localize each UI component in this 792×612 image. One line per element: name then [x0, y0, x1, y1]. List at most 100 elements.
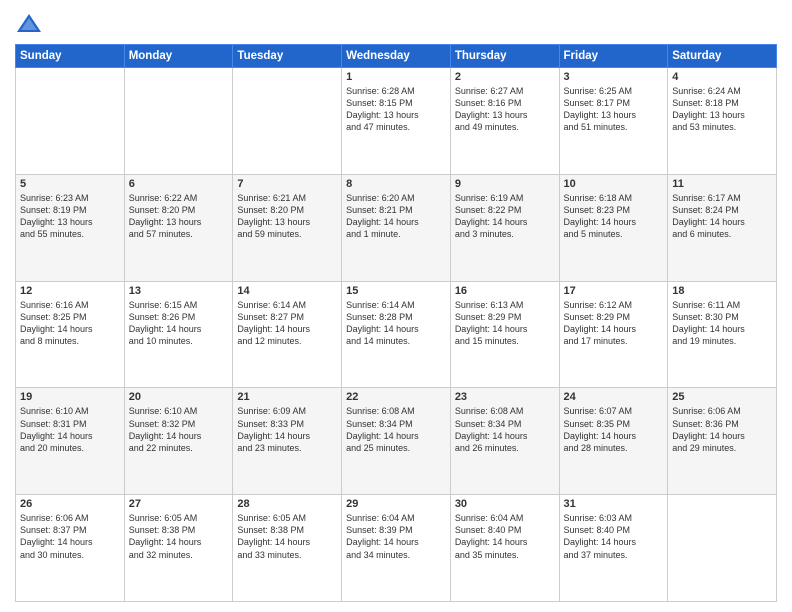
day-info: Sunrise: 6:14 AM Sunset: 8:28 PM Dayligh… [346, 299, 446, 348]
day-info: Sunrise: 6:08 AM Sunset: 8:34 PM Dayligh… [346, 405, 446, 454]
calendar-cell: 27 Sunrise: 6:05 AM Sunset: 8:38 PM Dayli… [124, 495, 233, 602]
day-info: Sunrise: 6:23 AM Sunset: 8:19 PM Dayligh… [20, 192, 120, 241]
calendar-cell: 15 Sunrise: 6:14 AM Sunset: 8:28 PM Dayli… [342, 281, 451, 388]
day-number: 1 [346, 71, 446, 83]
day-info: Sunrise: 6:21 AM Sunset: 8:20 PM Dayligh… [237, 192, 337, 241]
day-info: Sunrise: 6:22 AM Sunset: 8:20 PM Dayligh… [129, 192, 229, 241]
day-number: 25 [672, 391, 772, 403]
calendar-cell: 6Sunrise: 6:22 AM Sunset: 8:20 PM Daylig… [124, 174, 233, 281]
page: SundayMondayTuesdayWednesdayThursdayFrid… [0, 0, 792, 612]
calendar-cell: 28 Sunrise: 6:05 AM Sunset: 8:38 PM Dayli… [233, 495, 342, 602]
day-info: Sunrise: 6:10 AM Sunset: 8:31 PM Dayligh… [20, 405, 120, 454]
day-number: 31 [564, 498, 664, 510]
weekday-header-thursday: Thursday [450, 45, 559, 68]
calendar-week-row: 19 Sunrise: 6:10 AM Sunset: 8:31 PM Dayli… [16, 388, 777, 495]
day-number: 16 [455, 285, 555, 297]
calendar-table: SundayMondayTuesdayWednesdayThursdayFrid… [15, 44, 777, 602]
day-number: 3 [564, 71, 664, 83]
day-number: 28 [237, 498, 337, 510]
calendar-cell: 10 Sunrise: 6:18 AM Sunset: 8:23 PM Dayli… [559, 174, 668, 281]
weekday-header-sunday: Sunday [16, 45, 125, 68]
day-number: 15 [346, 285, 446, 297]
weekday-header-wednesday: Wednesday [342, 45, 451, 68]
calendar-cell: 30Sunrise: 6:04 AM Sunset: 8:40 PM Dayli… [450, 495, 559, 602]
day-info: Sunrise: 6:03 AM Sunset: 8:40 PM Dayligh… [564, 512, 664, 561]
day-info: Sunrise: 6:25 AM Sunset: 8:17 PM Dayligh… [564, 85, 664, 134]
day-info: Sunrise: 6:05 AM Sunset: 8:38 PM Dayligh… [237, 512, 337, 561]
day-info: Sunrise: 6:06 AM Sunset: 8:37 PM Dayligh… [20, 512, 120, 561]
calendar-week-row: 1 Sunrise: 6:28 AM Sunset: 8:15 PM Daylig… [16, 68, 777, 175]
weekday-header-row: SundayMondayTuesdayWednesdayThursdayFrid… [16, 45, 777, 68]
calendar-cell: 14Sunrise: 6:14 AM Sunset: 8:27 PM Dayli… [233, 281, 342, 388]
day-number: 17 [564, 285, 664, 297]
day-info: Sunrise: 6:13 AM Sunset: 8:29 PM Dayligh… [455, 299, 555, 348]
day-number: 2 [455, 71, 555, 83]
calendar-cell: 17 Sunrise: 6:12 AM Sunset: 8:29 PM Dayli… [559, 281, 668, 388]
day-info: Sunrise: 6:15 AM Sunset: 8:26 PM Dayligh… [129, 299, 229, 348]
calendar-cell [233, 68, 342, 175]
calendar-cell: 3 Sunrise: 6:25 AM Sunset: 8:17 PM Daylig… [559, 68, 668, 175]
logo-icon [15, 10, 43, 38]
day-number: 26 [20, 498, 120, 510]
day-number: 11 [672, 178, 772, 190]
calendar-cell: 13 Sunrise: 6:15 AM Sunset: 8:26 PM Dayli… [124, 281, 233, 388]
day-number: 18 [672, 285, 772, 297]
calendar-cell: 5Sunrise: 6:23 AM Sunset: 8:19 PM Daylig… [16, 174, 125, 281]
day-number: 8 [346, 178, 446, 190]
calendar-cell: 22 Sunrise: 6:08 AM Sunset: 8:34 PM Dayli… [342, 388, 451, 495]
day-info: Sunrise: 6:24 AM Sunset: 8:18 PM Dayligh… [672, 85, 772, 134]
day-info: Sunrise: 6:17 AM Sunset: 8:24 PM Dayligh… [672, 192, 772, 241]
calendar-cell: 18 Sunrise: 6:11 AM Sunset: 8:30 PM Dayli… [668, 281, 777, 388]
day-number: 21 [237, 391, 337, 403]
day-number: 19 [20, 391, 120, 403]
calendar-cell: 16 Sunrise: 6:13 AM Sunset: 8:29 PM Dayli… [450, 281, 559, 388]
weekday-header-tuesday: Tuesday [233, 45, 342, 68]
day-info: Sunrise: 6:10 AM Sunset: 8:32 PM Dayligh… [129, 405, 229, 454]
day-info: Sunrise: 6:16 AM Sunset: 8:25 PM Dayligh… [20, 299, 120, 348]
day-number: 4 [672, 71, 772, 83]
day-number: 14 [237, 285, 337, 297]
day-info: Sunrise: 6:09 AM Sunset: 8:33 PM Dayligh… [237, 405, 337, 454]
weekday-header-saturday: Saturday [668, 45, 777, 68]
calendar-cell [124, 68, 233, 175]
day-number: 23 [455, 391, 555, 403]
day-info: Sunrise: 6:18 AM Sunset: 8:23 PM Dayligh… [564, 192, 664, 241]
day-info: Sunrise: 6:19 AM Sunset: 8:22 PM Dayligh… [455, 192, 555, 241]
calendar-week-row: 12Sunrise: 6:16 AM Sunset: 8:25 PM Dayli… [16, 281, 777, 388]
calendar-cell: 1 Sunrise: 6:28 AM Sunset: 8:15 PM Daylig… [342, 68, 451, 175]
day-info: Sunrise: 6:06 AM Sunset: 8:36 PM Dayligh… [672, 405, 772, 454]
calendar-cell: 7 Sunrise: 6:21 AM Sunset: 8:20 PM Daylig… [233, 174, 342, 281]
calendar-cell: 25 Sunrise: 6:06 AM Sunset: 8:36 PM Dayli… [668, 388, 777, 495]
calendar-cell: 4 Sunrise: 6:24 AM Sunset: 8:18 PM Daylig… [668, 68, 777, 175]
calendar-cell: 23Sunrise: 6:08 AM Sunset: 8:34 PM Dayli… [450, 388, 559, 495]
calendar-cell: 12Sunrise: 6:16 AM Sunset: 8:25 PM Dayli… [16, 281, 125, 388]
day-number: 7 [237, 178, 337, 190]
day-info: Sunrise: 6:28 AM Sunset: 8:15 PM Dayligh… [346, 85, 446, 134]
calendar-cell: 8Sunrise: 6:20 AM Sunset: 8:21 PM Daylig… [342, 174, 451, 281]
day-number: 10 [564, 178, 664, 190]
day-info: Sunrise: 6:05 AM Sunset: 8:38 PM Dayligh… [129, 512, 229, 561]
day-info: Sunrise: 6:27 AM Sunset: 8:16 PM Dayligh… [455, 85, 555, 134]
header [15, 10, 777, 38]
calendar-cell [668, 495, 777, 602]
calendar-cell: 29Sunrise: 6:04 AM Sunset: 8:39 PM Dayli… [342, 495, 451, 602]
calendar-cell [16, 68, 125, 175]
calendar-cell: 9 Sunrise: 6:19 AM Sunset: 8:22 PM Daylig… [450, 174, 559, 281]
day-info: Sunrise: 6:11 AM Sunset: 8:30 PM Dayligh… [672, 299, 772, 348]
calendar-cell: 24 Sunrise: 6:07 AM Sunset: 8:35 PM Dayli… [559, 388, 668, 495]
day-number: 27 [129, 498, 229, 510]
weekday-header-monday: Monday [124, 45, 233, 68]
day-number: 22 [346, 391, 446, 403]
calendar-cell: 31 Sunrise: 6:03 AM Sunset: 8:40 PM Dayli… [559, 495, 668, 602]
day-number: 9 [455, 178, 555, 190]
calendar-cell: 19 Sunrise: 6:10 AM Sunset: 8:31 PM Dayli… [16, 388, 125, 495]
day-number: 13 [129, 285, 229, 297]
logo [15, 10, 47, 38]
day-info: Sunrise: 6:12 AM Sunset: 8:29 PM Dayligh… [564, 299, 664, 348]
calendar-week-row: 26 Sunrise: 6:06 AM Sunset: 8:37 PM Dayli… [16, 495, 777, 602]
weekday-header-friday: Friday [559, 45, 668, 68]
day-info: Sunrise: 6:07 AM Sunset: 8:35 PM Dayligh… [564, 405, 664, 454]
calendar-cell: 2 Sunrise: 6:27 AM Sunset: 8:16 PM Daylig… [450, 68, 559, 175]
day-number: 24 [564, 391, 664, 403]
calendar-cell: 20Sunrise: 6:10 AM Sunset: 8:32 PM Dayli… [124, 388, 233, 495]
